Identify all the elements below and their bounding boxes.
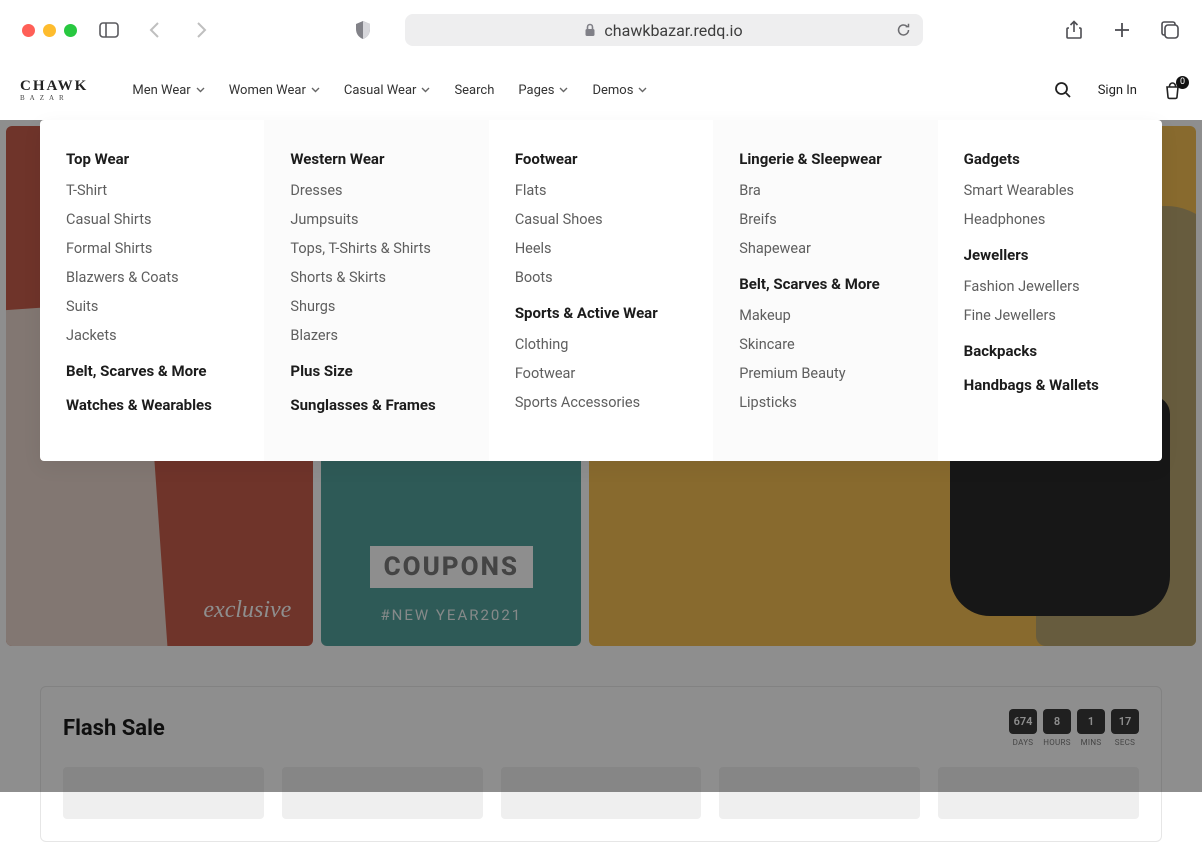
mega-link[interactable]: Blazers — [290, 327, 462, 344]
search-icon[interactable] — [1054, 81, 1072, 99]
main-nav: Men Wear Women Wear Casual Wear Search Pages… — [132, 83, 647, 98]
mega-column: Footwear Flats Casual Shoes Heels Boots Sport… — [489, 120, 713, 461]
mega-heading[interactable]: Plus Size — [290, 362, 462, 380]
minimize-window-button[interactable] — [43, 24, 56, 37]
site-header: CHAWK BAZAR Men Wear Women Wear Casual Wea… — [0, 60, 1202, 120]
mega-link[interactable]: Lipsticks — [739, 394, 911, 411]
mega-link[interactable]: Boots — [515, 269, 687, 286]
mega-link[interactable]: Fine Jewellers — [964, 307, 1136, 324]
chevron-down-icon — [559, 87, 568, 93]
cart-button[interactable]: 0 — [1163, 81, 1182, 100]
nav-item-label: Demos — [592, 83, 633, 98]
signin-link[interactable]: Sign In — [1098, 83, 1137, 98]
mega-link[interactable]: Blazwers & Coats — [66, 269, 238, 286]
nav-item-demos[interactable]: Demos — [592, 83, 647, 98]
nav-item-men-wear[interactable]: Men Wear — [132, 83, 204, 98]
nav-item-search[interactable]: Search — [454, 83, 494, 98]
share-icon[interactable] — [1064, 20, 1084, 40]
chevron-down-icon — [421, 87, 430, 93]
sidebar-toggle-icon[interactable] — [99, 20, 119, 40]
mega-heading[interactable]: Belt, Scarves & More — [739, 275, 911, 293]
nav-item-label: Women Wear — [229, 83, 306, 98]
mega-heading[interactable]: Footwear — [515, 150, 687, 168]
mega-link[interactable]: Breifs — [739, 211, 911, 228]
mega-column: Top Wear T-Shirt Casual Shirts Formal Shirt… — [40, 120, 264, 461]
mega-heading[interactable]: Top Wear — [66, 150, 238, 168]
mega-link[interactable]: Sports Accessories — [515, 394, 687, 411]
chevron-down-icon — [638, 87, 647, 93]
mega-heading[interactable]: Jewellers — [964, 246, 1136, 264]
mega-link[interactable]: T-Shirt — [66, 182, 238, 199]
tabs-overview-icon[interactable] — [1160, 20, 1180, 40]
browser-right-controls — [1064, 20, 1180, 40]
nav-arrows — [145, 20, 211, 40]
mega-link[interactable]: Shurgs — [290, 298, 462, 315]
browser-chrome: chawkbazar.redq.io — [0, 0, 1202, 60]
mega-link[interactable]: Casual Shoes — [515, 211, 687, 228]
nav-item-pages[interactable]: Pages — [518, 83, 568, 98]
address-bar-url: chawkbazar.redq.io — [604, 21, 742, 40]
mega-link[interactable]: Headphones — [964, 211, 1136, 228]
chevron-down-icon — [311, 87, 320, 93]
reload-icon[interactable] — [896, 22, 911, 38]
mega-link[interactable]: Jackets — [66, 327, 238, 344]
mega-link[interactable]: Bra — [739, 182, 911, 199]
mega-link[interactable]: Dresses — [290, 182, 462, 199]
chevron-down-icon — [196, 87, 205, 93]
mega-heading[interactable]: Western Wear — [290, 150, 462, 168]
site-logo[interactable]: CHAWK BAZAR — [20, 78, 88, 102]
mega-link[interactable]: Clothing — [515, 336, 687, 353]
mega-link[interactable]: Smart Wearables — [964, 182, 1136, 199]
mega-heading[interactable]: Belt, Scarves & More — [66, 362, 238, 380]
logo-subtitle: BAZAR — [20, 94, 88, 102]
mega-link[interactable]: Footwear — [515, 365, 687, 382]
mega-link[interactable]: Skincare — [739, 336, 911, 353]
mega-link[interactable]: Premium Beauty — [739, 365, 911, 382]
mega-link[interactable]: Casual Shirts — [66, 211, 238, 228]
mega-heading[interactable]: Gadgets — [964, 150, 1136, 168]
mega-heading[interactable]: Sports & Active Wear — [515, 304, 687, 322]
mega-menu: Top Wear T-Shirt Casual Shirts Formal Shirt… — [40, 120, 1162, 461]
address-bar[interactable]: chawkbazar.redq.io — [405, 14, 923, 46]
mega-heading[interactable]: Watches & Wearables — [66, 396, 238, 414]
mega-link[interactable]: Fashion Jewellers — [964, 278, 1136, 295]
mega-link[interactable]: Formal Shirts — [66, 240, 238, 257]
privacy-shield-icon[interactable] — [353, 20, 373, 40]
lock-icon — [584, 23, 596, 37]
mega-link[interactable]: Suits — [66, 298, 238, 315]
mega-link[interactable]: Tops, T-Shirts & Shirts — [290, 240, 462, 257]
mega-heading[interactable]: Handbags & Wallets — [964, 376, 1136, 394]
new-tab-icon[interactable] — [1112, 20, 1132, 40]
mega-link[interactable]: Shorts & Skirts — [290, 269, 462, 286]
mega-column: Gadgets Smart Wearables Headphones Jeweller… — [938, 120, 1162, 461]
header-right: Sign In 0 — [1054, 81, 1182, 100]
logo-title: CHAWK — [20, 78, 88, 95]
mega-link[interactable]: Makeup — [739, 307, 911, 324]
mega-column: Lingerie & Sleepwear Bra Breifs Shapewear Be… — [713, 120, 937, 461]
forward-button[interactable] — [191, 20, 211, 40]
cart-badge: 0 — [1176, 76, 1189, 89]
nav-item-label: Men Wear — [132, 83, 190, 98]
fullscreen-window-button[interactable] — [64, 24, 77, 37]
nav-item-women-wear[interactable]: Women Wear — [229, 83, 320, 98]
nav-item-label: Search — [454, 83, 494, 98]
back-button[interactable] — [145, 20, 165, 40]
mega-heading[interactable]: Sunglasses & Frames — [290, 396, 462, 414]
mega-link[interactable]: Jumpsuits — [290, 211, 462, 228]
mega-column: Western Wear Dresses Jumpsuits Tops, T-Shir… — [264, 120, 488, 461]
mega-heading[interactable]: Backpacks — [964, 342, 1136, 360]
mega-link[interactable]: Heels — [515, 240, 687, 257]
nav-item-label: Casual Wear — [344, 83, 417, 98]
mega-link[interactable]: Flats — [515, 182, 687, 199]
nav-item-label: Pages — [518, 83, 554, 98]
close-window-button[interactable] — [22, 24, 35, 37]
mega-link[interactable]: Shapewear — [739, 240, 911, 257]
nav-item-casual-wear[interactable]: Casual Wear — [344, 83, 431, 98]
mega-heading[interactable]: Lingerie & Sleepwear — [739, 150, 911, 168]
window-controls — [22, 24, 77, 37]
